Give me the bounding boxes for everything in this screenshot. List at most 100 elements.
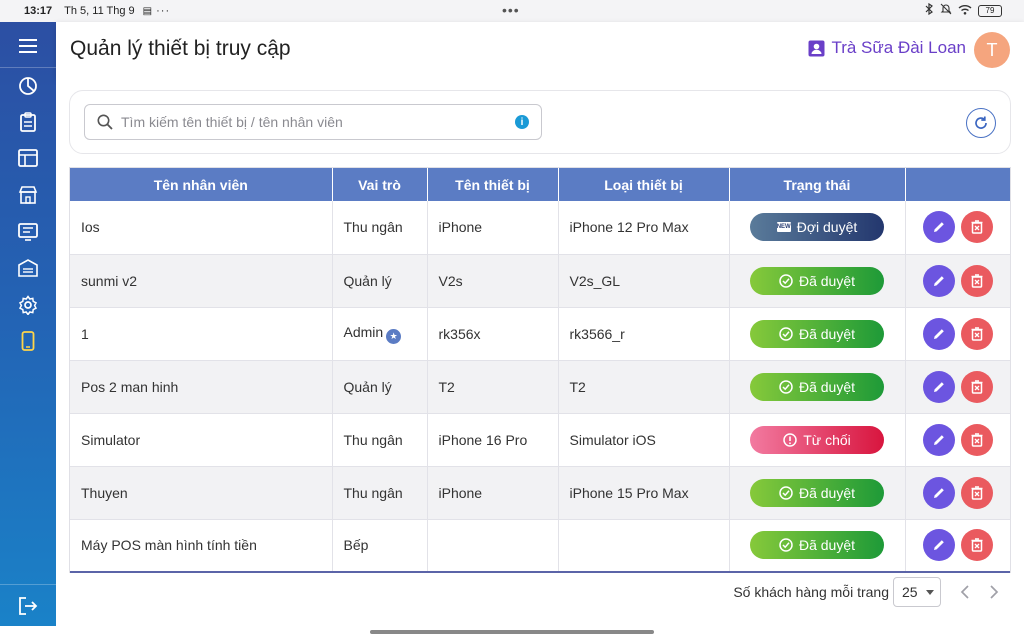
status-badge[interactable]: Đã duyệt bbox=[750, 319, 884, 348]
column-header-role[interactable]: Vai trò bbox=[332, 168, 428, 201]
delete-button[interactable] bbox=[960, 476, 993, 509]
pagination: Số khách hàng mỗi trang 25 bbox=[69, 573, 1011, 611]
column-header-employee[interactable]: Tên nhân viên bbox=[70, 168, 333, 201]
cell-role: Thu ngân bbox=[332, 466, 428, 520]
search-box: i bbox=[84, 104, 542, 140]
info-icon[interactable]: i bbox=[515, 115, 529, 129]
cell-actions bbox=[905, 519, 1010, 573]
trash-icon bbox=[971, 273, 983, 288]
status-badge[interactable]: Đã duyệt bbox=[750, 266, 884, 295]
cell-status: Đã duyệt bbox=[729, 360, 906, 414]
per-page-select[interactable]: 25 bbox=[893, 577, 941, 607]
sidebar-item-layout[interactable] bbox=[0, 140, 56, 176]
cell-device-type: rk3566_r bbox=[558, 307, 730, 361]
status-badge[interactable]: Đã duyệt bbox=[750, 531, 884, 560]
cell-status: Đã duyệt bbox=[729, 307, 906, 361]
sidebar-item-warehouse[interactable] bbox=[0, 250, 56, 286]
next-page-button[interactable] bbox=[979, 585, 1009, 599]
cell-actions bbox=[905, 360, 1010, 414]
edit-button[interactable] bbox=[922, 370, 955, 403]
search-input[interactable] bbox=[121, 114, 501, 130]
status-label: Đã duyệt bbox=[798, 272, 856, 289]
delete-button[interactable] bbox=[960, 317, 993, 350]
delete-button[interactable] bbox=[960, 423, 993, 456]
cell-role: Thu ngân bbox=[332, 413, 428, 467]
pencil-icon bbox=[933, 328, 944, 339]
cell-device-name: T2 bbox=[427, 360, 559, 414]
sidebar-item-devices[interactable] bbox=[0, 323, 56, 359]
delete-button[interactable] bbox=[960, 264, 993, 297]
edit-button[interactable] bbox=[922, 529, 955, 562]
column-header-device-name[interactable]: Tên thiết bị bbox=[427, 168, 559, 201]
table-row[interactable]: Ios Thu ngân iPhone iPhone 12 Pro Max NEW Đợi… bbox=[70, 201, 1010, 255]
edit-button[interactable] bbox=[922, 423, 955, 456]
edit-button[interactable] bbox=[922, 476, 955, 509]
cell-role: Quản lý bbox=[332, 360, 428, 414]
column-header-actions bbox=[905, 168, 1010, 201]
alert-circle-icon bbox=[783, 432, 797, 447]
user-avatar[interactable]: T bbox=[974, 32, 1010, 68]
store-icon bbox=[18, 186, 38, 204]
pencil-icon bbox=[933, 540, 944, 551]
sidebar-item-settings[interactable] bbox=[0, 287, 56, 323]
hamburger-menu-button[interactable] bbox=[0, 24, 56, 68]
cell-device-name: iPhone bbox=[427, 201, 559, 255]
delete-button[interactable] bbox=[960, 370, 993, 403]
layout-icon bbox=[18, 149, 38, 167]
edit-button[interactable] bbox=[922, 264, 955, 297]
cell-status: Từ chối bbox=[729, 413, 906, 467]
previous-page-button[interactable] bbox=[949, 585, 979, 599]
edit-button[interactable] bbox=[922, 211, 955, 244]
table-header-row: Tên nhân viên Vai trò Tên thiết bị Loại … bbox=[70, 168, 1010, 201]
trash-icon bbox=[971, 220, 983, 234]
delete-button[interactable] bbox=[960, 529, 993, 562]
sidebar-item-dashboard[interactable] bbox=[0, 68, 56, 104]
cell-employee: 1 bbox=[70, 307, 333, 361]
sidebar-item-store[interactable] bbox=[0, 177, 56, 213]
device-table: Tên nhân viên Vai trò Tên thiết bị Loại … bbox=[70, 168, 1010, 573]
hamburger-icon bbox=[19, 38, 37, 53]
main-content: i Tên nhân viên Vai trò Tên thiết bị Loạ… bbox=[56, 78, 1024, 626]
table-row[interactable]: Pos 2 man hinh Quản lý T2 T2 Đã duyệt bbox=[70, 360, 1010, 414]
table-row[interactable]: 1 Admin ★ rk356x rk3566_r Đã duyệt bbox=[70, 307, 1010, 361]
delete-button[interactable] bbox=[960, 211, 993, 244]
table-row[interactable]: Máy POS màn hình tính tiền Bếp Đã duyệt bbox=[70, 519, 1010, 573]
pencil-icon bbox=[933, 275, 944, 286]
status-label: Đợi duyệt bbox=[796, 219, 858, 236]
cell-status: Đã duyệt bbox=[729, 519, 906, 573]
status-badge[interactable]: NEW Đợi duyệt bbox=[750, 213, 884, 242]
page-header: Quản lý thiết bị truy cập Trà Sữa Đài Lo… bbox=[56, 22, 1024, 78]
logout-button[interactable] bbox=[0, 584, 56, 626]
role-text: Quản lý bbox=[343, 272, 392, 289]
home-indicator[interactable] bbox=[370, 630, 654, 634]
role-text: Thu ngân bbox=[343, 431, 403, 448]
cell-device-type bbox=[558, 519, 730, 573]
chevron-right-icon bbox=[989, 585, 998, 599]
store-selector[interactable]: Trà Sữa Đài Loan bbox=[808, 38, 966, 58]
logout-icon bbox=[19, 596, 38, 615]
pencil-icon bbox=[933, 487, 944, 498]
receipt-icon bbox=[18, 223, 38, 241]
multitask-dots-icon[interactable]: ••• bbox=[502, 2, 520, 18]
column-header-device-type[interactable]: Loại thiết bị bbox=[558, 168, 730, 201]
sidebar-item-receipts[interactable] bbox=[0, 214, 56, 250]
per-page-label: Số khách hàng mỗi trang bbox=[733, 584, 889, 600]
sidebar-item-orders[interactable] bbox=[0, 104, 56, 140]
column-header-status[interactable]: Trạng thái bbox=[729, 168, 906, 201]
status-badge[interactable]: Từ chối bbox=[750, 425, 884, 454]
wifi-icon bbox=[958, 4, 972, 18]
star-badge-icon: ★ bbox=[386, 328, 402, 344]
cell-actions bbox=[905, 466, 1010, 520]
pencil-icon bbox=[933, 222, 944, 233]
cell-device-type: T2 bbox=[558, 360, 730, 414]
refresh-button[interactable] bbox=[966, 108, 996, 138]
table-row[interactable]: sunmi v2 Quản lý V2s V2s_GL Đã duyệt bbox=[70, 254, 1010, 308]
table-row[interactable]: Simulator Thu ngân iPhone 16 Pro Simulator … bbox=[70, 413, 1010, 467]
edit-button[interactable] bbox=[922, 317, 955, 350]
cell-device-name: iPhone 16 Pro bbox=[427, 413, 559, 467]
status-badge[interactable]: Đã duyệt bbox=[750, 372, 884, 401]
cell-employee: Máy POS màn hình tính tiền bbox=[70, 519, 333, 573]
role-text: Admin bbox=[343, 323, 384, 340]
status-badge[interactable]: Đã duyệt bbox=[750, 478, 884, 507]
table-row[interactable]: Thuyen Thu ngân iPhone iPhone 15 Pro Max Đã … bbox=[70, 466, 1010, 520]
